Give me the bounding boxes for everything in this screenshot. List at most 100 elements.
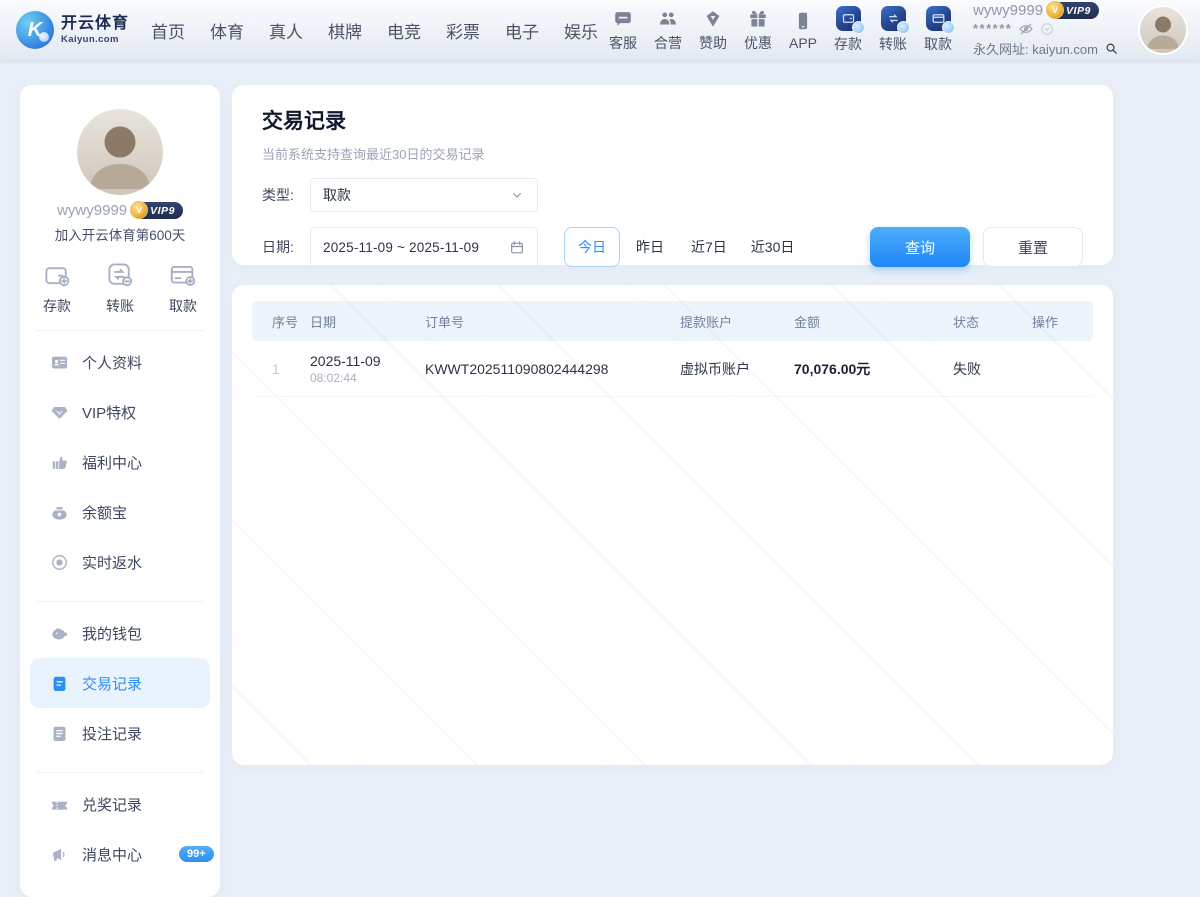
- joined-days-text: 加入开云体育第600天: [20, 224, 220, 244]
- sidebar-item-bet-records[interactable]: 投注记录: [20, 708, 220, 758]
- deposit-button[interactable]: 存款: [834, 6, 862, 54]
- range-today-button[interactable]: 今日: [564, 227, 620, 267]
- promotions-button[interactable]: 优惠: [744, 8, 772, 53]
- sidebar-item-vip[interactable]: VIP特权: [20, 387, 220, 437]
- user-info-block: wywy9999 V VIP9 ****** 永久网址: kaiyun.com: [973, 2, 1123, 58]
- wallet-icon: [50, 624, 69, 643]
- col-header-account: 提款账户: [680, 312, 794, 331]
- sidebar-item-rebate[interactable]: 实时返水: [20, 537, 220, 587]
- date-label: 日期:: [262, 237, 310, 257]
- nav-item-chess[interactable]: 棋牌: [328, 18, 362, 43]
- partners-button[interactable]: 合营: [654, 8, 682, 53]
- nav-item-sports[interactable]: 体育: [210, 18, 244, 43]
- profile-sidebar: wywy9999 V VIP9 加入开云体育第600天 存款 转账 取款: [20, 85, 220, 897]
- vip-level-label: VIP9: [1066, 5, 1091, 17]
- col-header-amount: 金额: [794, 312, 953, 331]
- range-yesterday-button[interactable]: 昨日: [622, 227, 678, 267]
- row-amount: 70,076.00元: [794, 359, 953, 379]
- search-icon[interactable]: [1104, 41, 1120, 57]
- sidebar-vip-label: VIP9: [150, 205, 175, 217]
- nav-item-entertainment[interactable]: 娱乐: [564, 18, 598, 43]
- app-download-button[interactable]: APP: [789, 10, 817, 51]
- nav-item-live[interactable]: 真人: [269, 18, 303, 43]
- sidebar-deposit-label: 存款: [43, 296, 71, 316]
- phone-icon: [792, 10, 814, 32]
- message-icon: [50, 845, 69, 864]
- bets-icon: [50, 724, 69, 743]
- partners-icon: [657, 8, 679, 30]
- customer-service-label: 客服: [609, 33, 637, 53]
- transfer-outline-icon: [105, 260, 135, 290]
- sidebar-item-profile[interactable]: 个人资料: [20, 337, 220, 387]
- sidebar-menu-group-3: 兑奖记录 消息中心 99+: [20, 779, 220, 879]
- deposit-icon: [836, 6, 861, 31]
- sidebar-item-label: VIP特权: [82, 402, 136, 423]
- sidebar-transfer-label: 转账: [106, 296, 134, 316]
- transaction-filter-card: 交易记录 当前系统支持查询最近30日的交易记录 类型: 取款 日期: 2025-…: [232, 85, 1113, 265]
- sponsor-button[interactable]: 赞助: [699, 8, 727, 53]
- reset-button[interactable]: 重置: [983, 227, 1083, 267]
- nav-item-esports[interactable]: 电竞: [387, 18, 421, 43]
- query-button[interactable]: 查询: [870, 227, 970, 267]
- sidebar-item-transactions[interactable]: 交易记录: [30, 658, 210, 708]
- sidebar-withdraw-label: 取款: [169, 296, 197, 316]
- chat-icon: [612, 8, 634, 30]
- sidebar-item-label: 个人资料: [82, 352, 142, 373]
- withdraw-outline-icon: [168, 260, 198, 290]
- table-header-row: 序号 日期 订单号 提款账户 金额 状态 操作: [252, 301, 1093, 341]
- sidebar-menu-group-2: 我的钱包 交易记录 投注记录: [20, 608, 220, 758]
- col-header-action: 操作: [1032, 312, 1093, 331]
- chevron-down-icon: [509, 187, 525, 203]
- range-30days-button[interactable]: 近30日: [740, 227, 806, 267]
- date-range-input[interactable]: 2025-11-09 ~ 2025-11-09: [310, 227, 538, 267]
- main-nav: 首页 体育 真人 棋牌 电竞 彩票 电子 娱乐: [151, 18, 598, 43]
- page-subtitle: 当前系统支持查询最近30日的交易记录: [262, 144, 1083, 163]
- avatar[interactable]: [1140, 7, 1186, 53]
- withdraw-button[interactable]: 取款: [924, 6, 952, 54]
- sidebar-item-label: 消息中心: [82, 844, 142, 865]
- customer-service-button[interactable]: 客服: [609, 8, 637, 53]
- sidebar-item-prize-records[interactable]: 兑奖记录: [20, 779, 220, 829]
- type-select-value: 取款: [323, 185, 351, 205]
- divider: [36, 772, 204, 773]
- row-seq: 1: [252, 361, 310, 377]
- nav-item-home[interactable]: 首页: [151, 18, 185, 43]
- sidebar-transfer-button[interactable]: 转账: [105, 260, 135, 316]
- sidebar-avatar[interactable]: [77, 109, 163, 195]
- app-label: APP: [789, 35, 817, 51]
- sidebar-item-benefits[interactable]: 福利中心: [20, 437, 220, 487]
- sidebar-item-wallet[interactable]: 我的钱包: [20, 608, 220, 658]
- row-time: 08:02:44: [310, 371, 425, 385]
- nav-item-lottery[interactable]: 彩票: [446, 18, 480, 43]
- vip-gold-emblem-icon: V: [130, 201, 148, 219]
- withdraw-label: 取款: [924, 34, 952, 54]
- divider: [36, 601, 204, 602]
- divider: [36, 330, 204, 331]
- permanent-url: 永久网址: kaiyun.com: [973, 39, 1098, 58]
- sidebar-item-label: 我的钱包: [82, 623, 142, 644]
- eye-off-icon[interactable]: [1018, 21, 1034, 37]
- promotions-label: 优惠: [744, 33, 772, 53]
- date-range-value: 2025-11-09 ~ 2025-11-09: [323, 240, 479, 255]
- sponsor-label: 赞助: [699, 33, 727, 53]
- row-date: 2025-11-09: [310, 353, 425, 369]
- range-7days-button[interactable]: 近7日: [680, 227, 738, 267]
- vip-badge: V VIP9: [1049, 2, 1099, 19]
- brand-domain: Kaiyun.com: [61, 35, 129, 45]
- sidebar-menu-group-1: 个人资料 VIP特权 福利中心 余额宝 实时返水: [20, 337, 220, 587]
- nav-item-slots[interactable]: 电子: [505, 18, 539, 43]
- benefits-icon: [50, 453, 69, 472]
- chevron-circle-icon[interactable]: [1040, 22, 1054, 36]
- prize-icon: [50, 795, 69, 814]
- sidebar-item-message-center[interactable]: 消息中心 99+: [20, 829, 220, 879]
- row-date-cell: 2025-11-09 08:02:44: [310, 353, 425, 385]
- transfer-button[interactable]: 转账: [879, 6, 907, 54]
- sidebar-item-yuebao[interactable]: 余额宝: [20, 487, 220, 537]
- sidebar-deposit-button[interactable]: 存款: [42, 260, 72, 316]
- sidebar-withdraw-button[interactable]: 取款: [168, 260, 198, 316]
- type-select[interactable]: 取款: [310, 178, 538, 212]
- type-label: 类型:: [262, 185, 310, 205]
- withdraw-icon: [926, 6, 951, 31]
- brand-name: 开云体育: [61, 16, 129, 32]
- brand-logo[interactable]: K 开云体育 Kaiyun.com: [16, 11, 129, 49]
